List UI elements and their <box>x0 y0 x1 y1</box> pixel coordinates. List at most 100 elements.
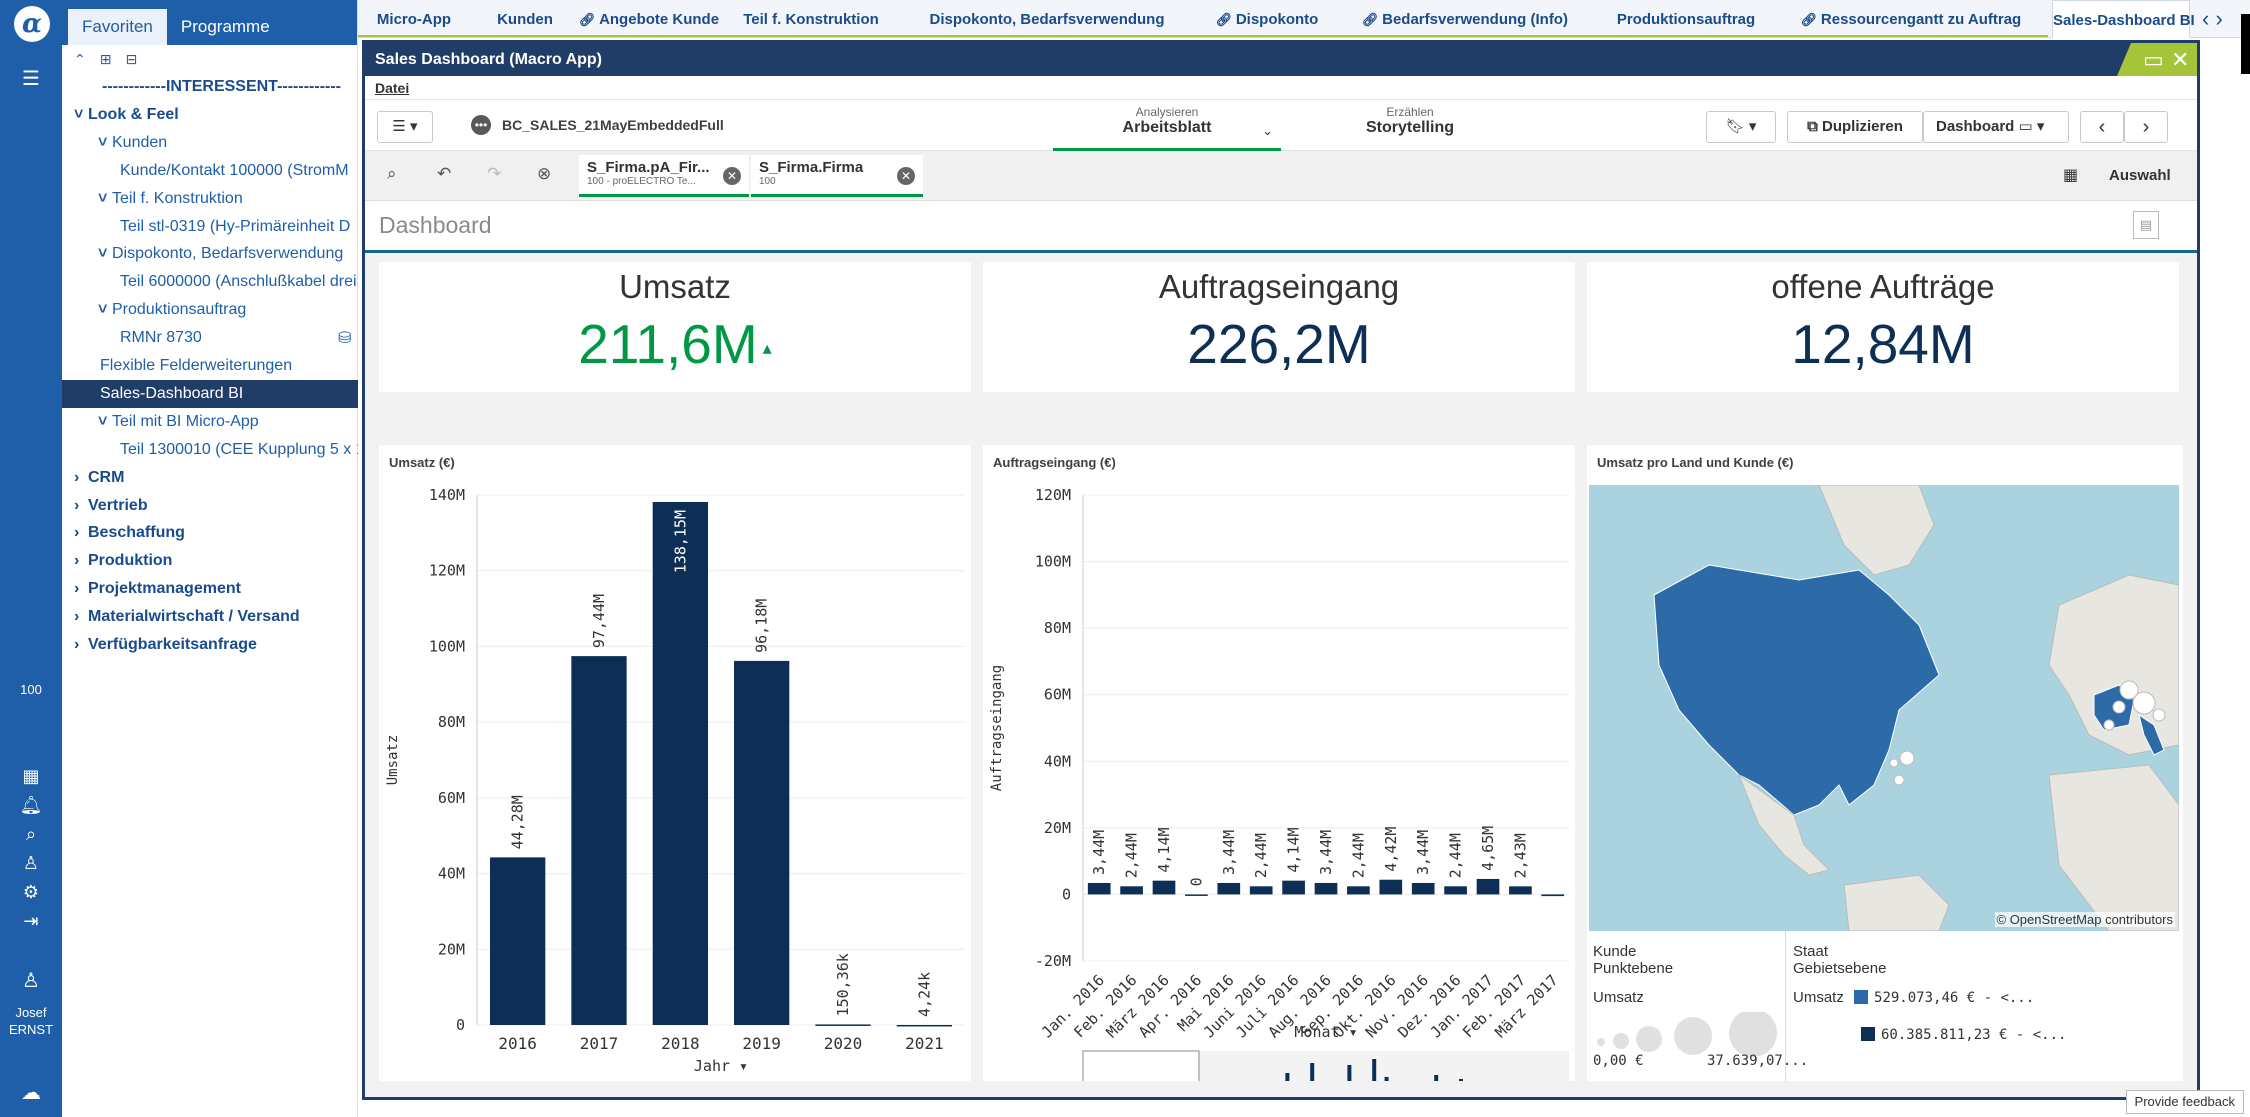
chevron-right-icon: › <box>74 468 80 486</box>
selection-chip-firma[interactable]: S_Firma.Firma 100 ✕ <box>751 155 923 197</box>
tree-item[interactable]: ˅ Produktionsauftrag <box>62 296 358 324</box>
tree-item[interactable]: Teil stl-0319 (Hy-Primäreinheit D <box>62 213 358 241</box>
tree-item[interactable]: ˅ Dispokonto, Bedarfsverwendung <box>62 240 358 268</box>
document-tab[interactable]: Teil f. Konstruktion <box>728 0 894 38</box>
bookmark-button[interactable]: 🔖︎ ▾ <box>1706 111 1776 143</box>
tree-item[interactable]: Teil 6000000 (Anschlußkabel drei <box>62 268 358 296</box>
next-sheet-button[interactable]: › <box>2124 111 2168 143</box>
collapse-icon[interactable]: ⊟ <box>125 51 137 68</box>
data-label: 4,24k <box>915 972 933 1017</box>
document-tab[interactable]: Kunden <box>482 0 568 38</box>
narrate-tab[interactable]: Erzählen Storytelling <box>1325 105 1495 151</box>
tree-item[interactable]: ˅ Teil f. Konstruktion <box>62 185 358 213</box>
menu-bar: Datei <box>365 76 2197 100</box>
kpi-offene-auftraege[interactable]: offene Aufträge 12,84M <box>1587 262 2179 392</box>
bar <box>1541 894 1565 897</box>
clear-selection-icon[interactable]: ✕ <box>897 167 915 185</box>
logout-icon[interactable]: ⇥ <box>0 911 62 932</box>
window-title-bar: Sales Dashboard (Macro App) ▭ ✕ <box>365 43 2197 76</box>
legend-row-1: Umsatz 529.073,46 € - <... <box>1793 989 2035 1006</box>
selection-chip-firma-pa[interactable]: S_Firma.pA_Fir... 100 - proELECTRO Te... … <box>579 155 749 197</box>
document-tab[interactable]: Micro-App <box>362 0 466 38</box>
tree-item[interactable]: Kunde/Kontakt 100000 (StromM <box>62 157 358 185</box>
y-tick-label: 140M <box>429 486 465 504</box>
selections-icon[interactable]: ▦ <box>2063 165 2078 185</box>
tree-item[interactable]: › Vertrieb <box>62 492 358 520</box>
chart-umsatz[interactable]: Umsatz (€) 0 20M 40M 60M 80M 100M 120M 140M Umsa… <box>379 445 971 1081</box>
map-attribution[interactable]: © OpenStreetMap contributors <box>1994 912 2175 927</box>
data-label: 3,44M <box>1220 830 1238 875</box>
tree-item[interactable]: › Projektmanagement <box>62 575 358 603</box>
user-icon[interactable]: ♙ <box>0 968 62 993</box>
kpi-title: Umsatz <box>619 268 731 305</box>
maximize-icon[interactable]: ▭ <box>2143 43 2164 76</box>
customer-point <box>2112 700 2126 714</box>
contacts-icon[interactable]: ♙ <box>0 853 62 874</box>
smart-search-icon[interactable]: ⌕ <box>387 164 397 184</box>
tree-item[interactable]: Flexible Felderweiterungen <box>62 352 358 380</box>
sales-map[interactable]: © OpenStreetMap contributors <box>1589 485 2179 931</box>
global-menu-button[interactable]: ☰ ▾ <box>377 111 433 143</box>
close-icon[interactable]: ✕ <box>2171 43 2189 76</box>
tree-item[interactable]: ˅ Look & Feel <box>62 101 358 129</box>
document-tab[interactable]: 🔗︎ Ressourcengantt zu Auftrag <box>1781 0 2041 38</box>
document-tab[interactable]: Dispokonto, Bedarfsverwendung <box>903 0 1191 38</box>
kpi-umsatz[interactable]: Umsatz 211,6M ▴ <box>379 262 971 392</box>
land-africa <box>2048 764 2179 931</box>
bar <box>1152 880 1176 895</box>
chart-map[interactable]: Umsatz pro Land und Kunde (€) © OpenStre… <box>1587 445 2183 1081</box>
legend-row-2: 60.385.811,23 € - <... <box>1793 1026 2173 1043</box>
tree-item[interactable]: ˅ Kunden <box>62 129 358 157</box>
selections-tool-label[interactable]: Auswahl <box>2109 167 2171 184</box>
tree-item[interactable]: ˅ Teil mit BI Micro-App <box>62 408 358 436</box>
document-tab[interactable]: 🔗︎ Dispokonto <box>1200 0 1334 38</box>
tree-item[interactable]: › Produktion <box>62 547 358 575</box>
chevron-right-icon: › <box>74 636 80 653</box>
step-back-icon[interactable]: ↶ <box>437 164 451 184</box>
tree-item[interactable]: Teil 1300010 (CEE Kupplung 5 x 1 <box>62 436 358 464</box>
customer-point <box>2103 719 2115 731</box>
database-icon[interactable]: ⛁ <box>338 328 351 348</box>
chevron-right-icon: › <box>74 496 80 514</box>
kpi-auftragseingang[interactable]: Auftragseingang 226,2M <box>983 262 1575 392</box>
sheet-menu-button[interactable]: Dashboard ▭ ▾ <box>1923 111 2069 143</box>
document-tab[interactable]: 🔗︎ Bedarfsverwendung (Info) <box>1343 0 1587 38</box>
document-tab[interactable]: Sales-Dashboard BI <box>2052 0 2195 39</box>
analyze-tab[interactable]: Analysieren Arbeitsblatt ⌄ <box>1053 105 1281 151</box>
previous-sheet-button[interactable]: ‹ <box>2080 111 2124 143</box>
app-logo[interactable]: α <box>14 6 50 42</box>
tree-item[interactable]: › Materialwirtschaft / Versand <box>62 603 358 631</box>
cloud-icon[interactable]: ☁ <box>0 1080 62 1105</box>
clear-all-icon[interactable]: ⊗ <box>537 164 551 184</box>
tree-item[interactable]: › Verfügbarkeitsanfrage <box>62 631 358 659</box>
tree-item[interactable]: › Beschaffung <box>62 519 358 547</box>
data-label: 3,44M <box>1090 830 1108 875</box>
tabs-scroll-icon[interactable]: ‹ › <box>2202 6 2223 32</box>
tree-item[interactable]: RMNr 8730 <box>62 324 358 352</box>
hamburger-menu-icon[interactable]: ☰ <box>0 66 62 91</box>
customer-point <box>2152 708 2166 722</box>
duplicate-button[interactable]: ⧉ Duplizieren <box>1787 111 1923 143</box>
tab-favorites[interactable]: Favoriten <box>68 9 167 45</box>
bell-icon[interactable]: 🔔︎ <box>0 795 62 816</box>
tab-programs[interactable]: Programme <box>167 9 284 45</box>
expand-icon[interactable]: ⊞ <box>100 51 112 68</box>
document-tab[interactable]: Produktionsauftrag <box>1599 0 1773 38</box>
chevron-down-icon: ˅ <box>98 133 108 151</box>
tree-item[interactable]: Sales-Dashboard BI <box>62 379 358 408</box>
auftragseingang-bar-chart[interactable]: -20M 0 20M 40M 60M 80M 100M 120M Auftragseingang… <box>983 445 1575 1098</box>
dashboard-icon[interactable]: ▦ <box>0 766 62 787</box>
document-tab[interactable]: 🔗︎ Angebote Kunde <box>576 0 722 38</box>
menu-file[interactable]: Datei <box>375 80 409 96</box>
umsatz-bar-chart[interactable]: 0 20M 40M 60M 80M 100M 120M 140M Umsatz 44,28M 201… <box>379 445 971 1081</box>
chart-auftragseingang[interactable]: Auftragseingang (€) -20M 0 20M 40M 60M 80M 100… <box>983 445 1575 1098</box>
map-legend-areas: Staat Gebietsebene Umsatz 529.073,46 € -… <box>1793 931 2173 1081</box>
gear-icon[interactable]: ⚙ <box>0 882 62 903</box>
collapse-all-icon[interactable]: ⌃ <box>74 51 86 68</box>
provide-feedback-button[interactable]: Provide feedback <box>2125 1090 2244 1114</box>
sheet-properties-icon[interactable]: ▤ <box>2133 211 2159 239</box>
clear-selection-icon[interactable]: ✕ <box>723 167 741 185</box>
y-tick-label: 0 <box>456 1016 465 1034</box>
tree-item[interactable]: › CRM <box>62 464 358 492</box>
search-icon[interactable]: ⌕ <box>0 824 62 845</box>
